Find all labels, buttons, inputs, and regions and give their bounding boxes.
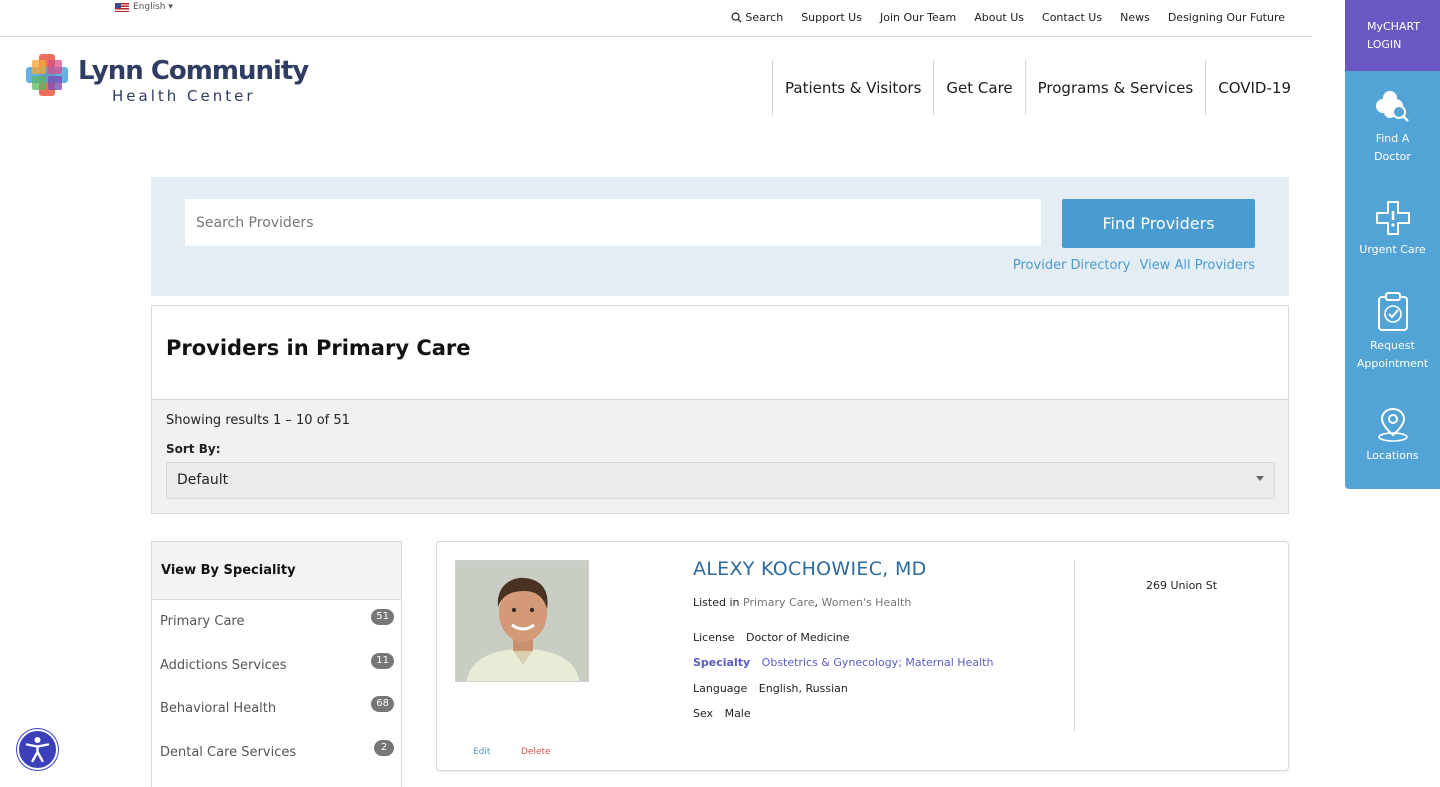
language-field-label: Language xyxy=(693,682,748,695)
specialty-field-value[interactable]: Obstetrics & Gynecology; Maternal Health xyxy=(762,656,994,669)
location-pin-icon xyxy=(1377,407,1408,442)
quick-link-label: Find A xyxy=(1375,132,1410,145)
quick-links-panel: Find A Doctor Urgent Care Request Appoin… xyxy=(1345,71,1440,489)
mychart-login-button[interactable]: MyCHART LOGIN xyxy=(1345,0,1440,71)
sort-select[interactable]: Default xyxy=(166,462,1275,499)
util-link-join[interactable]: Join Our Team xyxy=(880,11,956,24)
listed-link-womens-health[interactable]: Women's Health xyxy=(822,596,912,609)
sort-value: Default xyxy=(177,472,229,488)
util-link-search[interactable]: Search xyxy=(731,11,783,24)
provider-portrait-icon xyxy=(456,561,588,681)
site-logo[interactable]: Lynn Community Health Center xyxy=(24,52,309,108)
nav-programs-services[interactable]: Programs & Services xyxy=(1024,60,1206,115)
quick-link-urgent-care[interactable]: Urgent Care xyxy=(1345,199,1440,259)
utility-nav: Search Support Us Join Our Team About Us… xyxy=(731,11,1285,24)
util-link-about[interactable]: About Us xyxy=(974,11,1024,24)
card-divider xyxy=(1074,560,1075,731)
results-header: Providers in Primary Care xyxy=(151,305,1289,400)
quick-link-label: Request xyxy=(1370,339,1415,352)
provider-name[interactable]: ALEXY KOCHOWIEC, MD xyxy=(693,558,927,580)
mychart-login-label: LOGIN xyxy=(1367,38,1402,51)
util-link-future[interactable]: Designing Our Future xyxy=(1168,11,1285,24)
language-selector[interactable]: English ▾ xyxy=(115,2,173,12)
us-flag-icon xyxy=(115,2,129,12)
caret-down-icon xyxy=(1256,476,1264,481)
specialty-item-primary-care[interactable]: Primary Care 51 xyxy=(152,600,401,644)
quick-link-label: Appointment xyxy=(1356,357,1429,370)
results-count: Showing results 1 – 10 of 51 xyxy=(166,413,350,428)
search-links: Provider Directory View All Providers xyxy=(1013,258,1255,273)
quick-link-label: Locations xyxy=(1366,449,1419,462)
listed-link-primary-care[interactable]: Primary Care xyxy=(743,596,814,609)
specialty-heading: View By Speciality xyxy=(152,542,401,600)
specialty-item-dental[interactable]: Dental Care Services 2 xyxy=(152,731,401,775)
find-doctor-icon xyxy=(1375,91,1409,122)
specialty-label: Behavioral Health xyxy=(160,701,277,716)
nav-get-care[interactable]: Get Care xyxy=(933,60,1024,115)
language-label: English ▾ xyxy=(133,2,173,12)
edit-link[interactable]: Edit xyxy=(473,747,490,757)
provider-sex: Sex Male xyxy=(693,707,751,720)
main-nav: Patients & Visitors Get Care Programs & … xyxy=(772,60,1291,115)
specialty-label: Dental Care Services xyxy=(160,744,297,760)
provider-specialty: Specialty Obstetrics & Gynecology; Mater… xyxy=(693,656,993,669)
provider-license: License Doctor of Medicine xyxy=(693,631,850,644)
page-title: Providers in Primary Care xyxy=(166,336,471,360)
license-value: Doctor of Medicine xyxy=(745,631,850,644)
specialty-field-label: Specialty xyxy=(693,656,751,669)
provider-search-panel: Find Providers Provider Directory View A… xyxy=(151,177,1289,296)
sex-field-value: Male xyxy=(724,707,751,720)
specialty-list: View By Speciality Primary Care 51 Addic… xyxy=(151,541,402,787)
search-icon xyxy=(731,12,742,23)
provider-language: Language English, Russian xyxy=(693,682,848,695)
accessibility-button[interactable] xyxy=(17,729,58,770)
delete-link[interactable]: Delete xyxy=(521,747,551,757)
accessibility-icon xyxy=(25,737,50,763)
provider-directory-link[interactable]: Provider Directory xyxy=(1013,258,1131,273)
count-badge: 68 xyxy=(371,696,394,712)
quick-link-request-appointment[interactable]: Request Appointment xyxy=(1345,291,1440,373)
clipboard-icon xyxy=(1377,292,1408,331)
provider-card: ALEXY KOCHOWIEC, MD Listed in Primary Ca… xyxy=(436,541,1289,771)
urgent-care-icon xyxy=(1375,201,1410,235)
count-badge: 51 xyxy=(371,609,394,625)
nav-patients-visitors[interactable]: Patients & Visitors xyxy=(772,60,933,115)
view-all-providers-link[interactable]: View All Providers xyxy=(1139,258,1255,273)
sex-field-label: Sex xyxy=(693,707,714,720)
specialty-label: Primary Care xyxy=(160,614,245,629)
quick-link-locations[interactable]: Locations xyxy=(1345,405,1440,465)
listed-prefix: Listed in xyxy=(693,596,740,609)
specialty-item-addictions[interactable]: Addictions Services 11 xyxy=(152,644,401,688)
util-link-news[interactable]: News xyxy=(1120,11,1150,24)
provider-listed-in: Listed in Primary Care, Women's Health xyxy=(693,596,911,609)
language-field-value: English, Russian xyxy=(758,682,848,695)
provider-photo[interactable] xyxy=(455,560,589,682)
listed-separator: , xyxy=(814,596,819,609)
count-badge: 2 xyxy=(374,739,394,756)
quick-link-label: Urgent Care xyxy=(1359,243,1426,256)
search-providers-input[interactable] xyxy=(185,199,1041,246)
count-badge: 11 xyxy=(371,652,394,669)
quick-link-label: Doctor xyxy=(1374,150,1411,163)
nav-covid[interactable]: COVID-19 xyxy=(1205,60,1291,115)
quick-link-find-doctor[interactable]: Find A Doctor xyxy=(1345,88,1440,166)
specialty-item-behavioral-health[interactable]: Behavioral Health 68 xyxy=(152,687,401,731)
provider-address: 269 Union St xyxy=(1146,579,1218,592)
results-controls: Showing results 1 – 10 of 51 Sort By: De… xyxy=(151,400,1289,514)
utility-bar: English ▾ Search Support Us Join Our Tea… xyxy=(0,0,1312,37)
license-label: License xyxy=(693,631,735,644)
logo-subtitle: Health Center xyxy=(112,87,256,105)
find-providers-button[interactable]: Find Providers xyxy=(1062,199,1255,248)
sort-label: Sort By: xyxy=(166,442,221,456)
logo-cross-icon xyxy=(26,54,68,96)
util-link-label: Search xyxy=(745,11,784,24)
specialty-label: Addictions Services xyxy=(160,657,287,673)
mychart-label: MyCHART xyxy=(1367,20,1421,33)
util-link-contact[interactable]: Contact Us xyxy=(1042,11,1102,24)
util-link-support[interactable]: Support Us xyxy=(801,11,862,24)
logo-title: Lynn Community xyxy=(78,56,309,86)
